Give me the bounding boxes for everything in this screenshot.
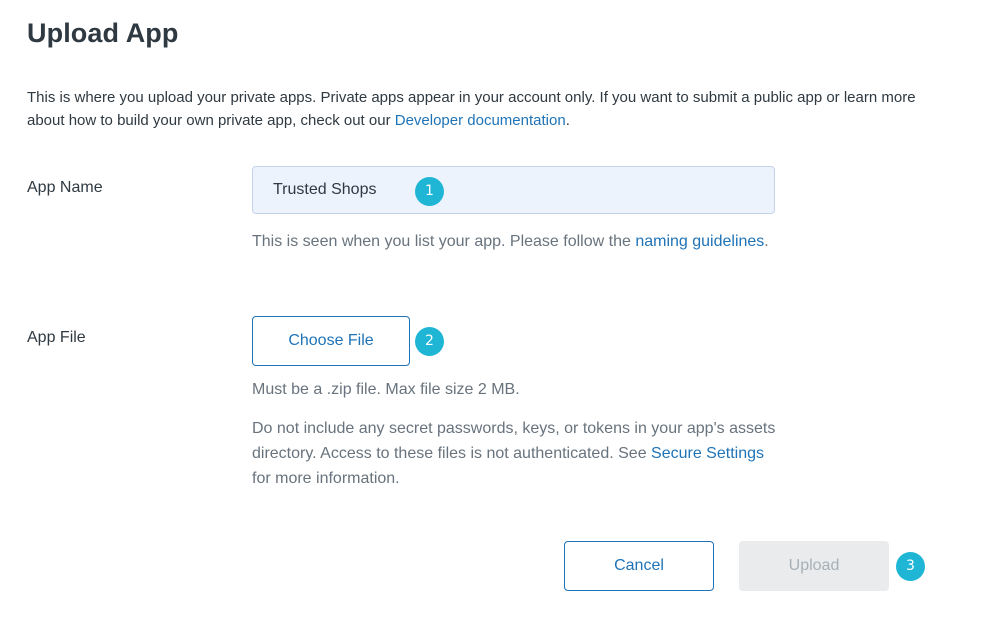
file-size-hint: Must be a .zip file. Max file size 2 MB. [252,381,520,398]
naming-guidelines-link[interactable]: naming guidelines [635,233,764,250]
app-file-label: App File [27,329,86,346]
cancel-button[interactable]: Cancel [564,541,714,591]
app-name-hint-suffix: . [764,233,769,250]
step-badge-1: 1 [415,177,444,206]
app-name-hint: This is seen when you list your app. Ple… [252,229,772,254]
intro-text: This is where you upload your private ap… [27,86,927,132]
page-title: Upload App [27,18,179,48]
step-badge-2: 2 [415,327,444,356]
developer-documentation-link[interactable]: Developer documentation [395,112,566,129]
secret-warning-hint: Do not include any secret passwords, key… [252,416,782,491]
secret-warning-suffix: for more information. [252,470,400,487]
intro-suffix: . [565,112,570,129]
secure-settings-link[interactable]: Secure Settings [651,445,764,462]
app-name-input[interactable] [252,166,775,214]
choose-file-button[interactable]: Choose File [252,316,410,366]
upload-button[interactable]: Upload [739,541,889,591]
step-badge-3: 3 [896,552,925,581]
app-name-hint-text: This is seen when you list your app. Ple… [252,233,636,250]
app-name-label: App Name [27,179,103,196]
